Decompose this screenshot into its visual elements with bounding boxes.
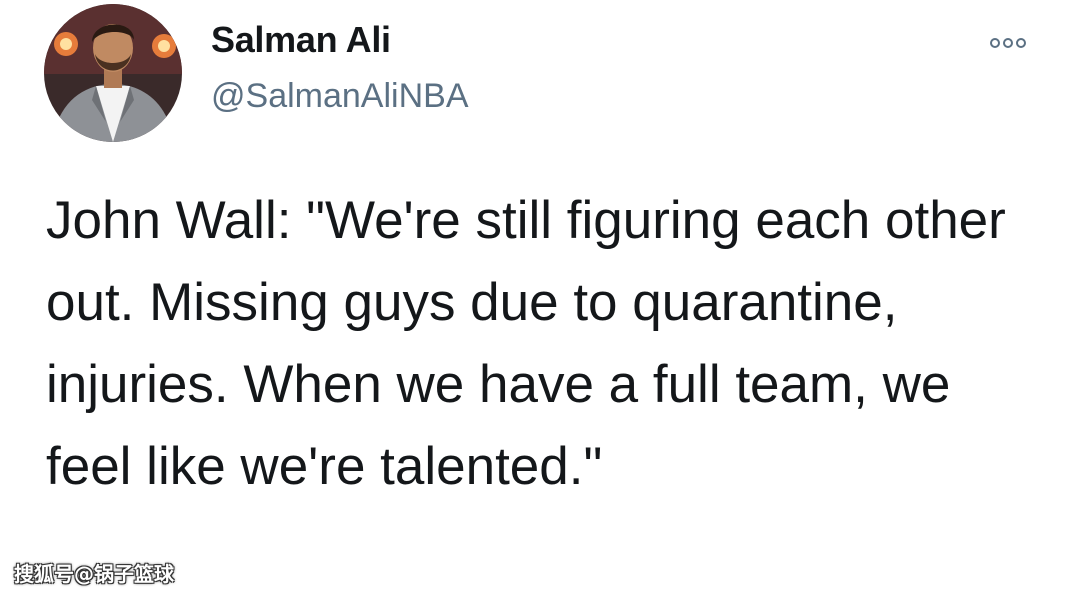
more-options-button[interactable] [980, 30, 1036, 56]
avatar[interactable] [44, 4, 182, 142]
user-handle[interactable]: @SalmanAliNBA [211, 76, 469, 116]
avatar-photo-icon [44, 4, 182, 142]
tweet-text: John Wall: "We're still figuring each ot… [46, 191, 1006, 496]
more-options-icon [990, 38, 1000, 48]
more-options-icon-dot [1016, 38, 1026, 48]
tweet-card: Salman Ali @SalmanAliNBA John Wall: "We'… [0, 0, 1080, 595]
display-name[interactable]: Salman Ali [211, 20, 391, 60]
more-options-icon-dot [1003, 38, 1013, 48]
watermark: 搜狐号@锅子篮球 [14, 562, 174, 586]
